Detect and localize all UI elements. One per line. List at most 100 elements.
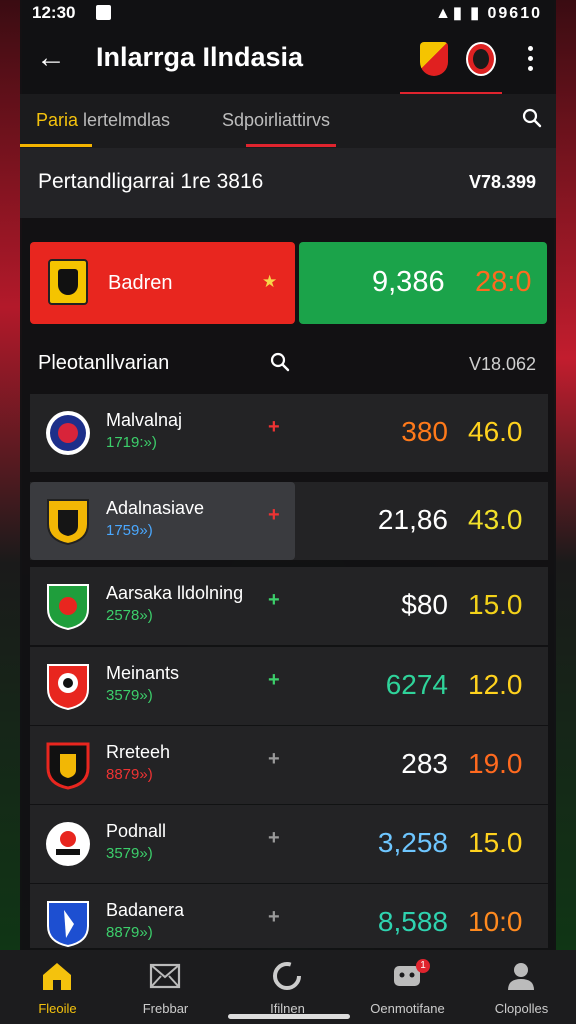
nav-label: Fleoile — [38, 1001, 77, 1016]
bottom-navigation: Fleoile Frebbar Ifilnen 1 Oenmotifane Cl… — [0, 950, 576, 1024]
team-value: 21,86 — [377, 504, 448, 535]
tab-first[interactable]: Paria lertelmdlas — [36, 110, 170, 131]
nav-item-profile[interactable]: Clopolles — [464, 950, 576, 1024]
search-icon[interactable] — [522, 108, 542, 128]
add-icon[interactable]: + — [268, 669, 280, 692]
nav-label: Clopolles — [494, 1001, 549, 1016]
notification-badge: 1 — [416, 959, 430, 973]
team-odds: 19.0 — [468, 748, 523, 779]
summary-value: V78.399 — [468, 172, 536, 192]
featured-team-card[interactable]: Badren ★ — [30, 242, 295, 324]
status-bar: 12:30 ▲▮ ▮ 09610 — [0, 0, 576, 26]
team-crest-icon — [47, 584, 89, 631]
team-name: Meinants — [106, 663, 180, 683]
team-name: Podnall — [106, 821, 167, 841]
mail-icon — [149, 963, 181, 989]
team-odds: 15.0 — [468, 827, 523, 858]
battery-icon: ▮ — [470, 5, 482, 22]
team-value: 283 — [401, 748, 448, 779]
team-row[interactable]: Malvalnaj 1719:») + 380 46.0 — [30, 394, 548, 472]
back-arrow-icon[interactable]: ← — [36, 40, 66, 76]
featured-score-card[interactable]: 9,386 28:0 — [299, 242, 547, 324]
nav-label: Frebbar — [142, 1001, 189, 1016]
summary-label: Pertandligarrai 1re 3816 — [38, 170, 264, 193]
team-name: Rreteeh — [106, 742, 171, 762]
team-row[interactable]: Podnall 3579») + 3,258 15.0 — [30, 805, 548, 883]
search-icon[interactable] — [270, 352, 290, 372]
team-name: Adalnasiave — [106, 498, 205, 518]
page-title: Inlarrga Ilndasia — [96, 42, 304, 72]
more-options-icon[interactable] — [526, 44, 534, 74]
list-title: Pleotanllvarian — [38, 352, 170, 374]
team-odds: 12.0 — [468, 669, 523, 700]
club-crest-icon-secondary[interactable] — [466, 42, 496, 76]
team-row[interactable]: Badanera 8879») + 8,588 10:0 — [30, 884, 548, 948]
stadium-background-left — [0, 0, 22, 1024]
nav-item-refresh[interactable]: Ifilnen — [230, 950, 345, 1024]
team-name: Badanera — [106, 900, 185, 920]
home-indicator[interactable] — [228, 1014, 350, 1019]
list-header: Pleotanllvarian V18.062 — [20, 338, 556, 388]
refresh-icon — [273, 962, 301, 990]
add-icon[interactable]: + — [268, 504, 280, 527]
team-sub: 1719:») — [106, 434, 157, 451]
team-row[interactable]: Aarsaka lldolning 2578») + $80 15.0 — [30, 567, 548, 645]
team-crest-icon — [47, 901, 89, 948]
status-icons: ▲▮ ▮ 09610 — [435, 3, 542, 23]
nav-label: Oenmotifane — [370, 1001, 445, 1016]
add-icon[interactable]: + — [268, 748, 280, 771]
team-sub: 2578») — [106, 607, 153, 624]
nav-item-inbox[interactable]: Frebbar — [108, 950, 223, 1024]
tab-first-label: lertelmdlas — [78, 110, 171, 130]
featured-team-name: Badren — [108, 272, 173, 294]
add-icon[interactable]: + — [268, 827, 280, 850]
team-value: 380 — [401, 416, 448, 447]
user-icon — [508, 963, 534, 990]
list-value: V18.062 — [468, 354, 536, 374]
team-row[interactable]: Meinants 3579») + 6274 12.0 — [30, 647, 548, 725]
battery-text: 09610 — [487, 5, 542, 22]
team-crest-icon — [46, 822, 90, 866]
team-value: $80 — [401, 589, 448, 620]
team-name: Aarsaka lldolning — [106, 583, 244, 603]
team-sub: 1759») — [106, 522, 153, 539]
team-crest-icon — [48, 259, 88, 305]
team-crest-icon — [47, 499, 89, 546]
tab-bar: Paria lertelmdlas Sdpoirliattirvs — [20, 94, 556, 148]
team-sub: 3579») — [106, 845, 153, 862]
home-icon — [43, 963, 71, 990]
team-odds: 46.0 — [468, 416, 523, 447]
tab-second[interactable]: Sdpoirliattirvs — [222, 110, 330, 131]
team-row[interactable]: Rreteeh 8879») + 283 19.0 — [30, 726, 548, 804]
app-bar: ← Inlarrga Ilndasia — [20, 26, 556, 95]
notification-icon — [96, 5, 111, 20]
team-value: 6274 — [385, 669, 448, 700]
team-odds: 15.0 — [468, 589, 523, 620]
team-value: 8,588 — [377, 906, 448, 937]
team-crest-icon — [47, 664, 89, 711]
tab-first-highlight: Paria — [36, 110, 79, 130]
club-crest-icon[interactable] — [420, 42, 448, 76]
nav-item-chat[interactable]: 1 Oenmotifane — [350, 950, 465, 1024]
status-time: 12:30 — [32, 3, 76, 22]
team-sub: 8879») — [106, 766, 153, 783]
add-icon[interactable]: + — [268, 589, 280, 612]
team-value: 3,258 — [377, 827, 448, 858]
tab-second-indicator — [246, 144, 336, 147]
featured-score-b: 28:0 — [475, 266, 532, 298]
team-sub: 8879») — [106, 924, 153, 941]
team-crest-icon — [46, 411, 90, 455]
signal-icon: ▲▮ — [435, 5, 464, 22]
team-crest-icon — [46, 742, 90, 790]
team-odds: 43.0 — [468, 504, 523, 535]
summary-row[interactable]: Pertandligarrai 1re 3816 V78.399 — [20, 148, 556, 218]
add-icon[interactable]: + — [268, 416, 280, 439]
team-row-selected[interactable]: Adalnasiave 1759») + 21,86 43.0 — [30, 482, 548, 560]
featured-score-a: 9,386 — [372, 266, 445, 298]
add-icon[interactable]: + — [268, 906, 280, 929]
star-icon[interactable]: ★ — [262, 272, 277, 292]
team-name: Malvalnaj — [106, 410, 183, 430]
nav-item-home[interactable]: Fleoile — [0, 950, 115, 1024]
team-sub: 3579») — [106, 687, 153, 704]
team-odds: 10:0 — [468, 906, 523, 937]
